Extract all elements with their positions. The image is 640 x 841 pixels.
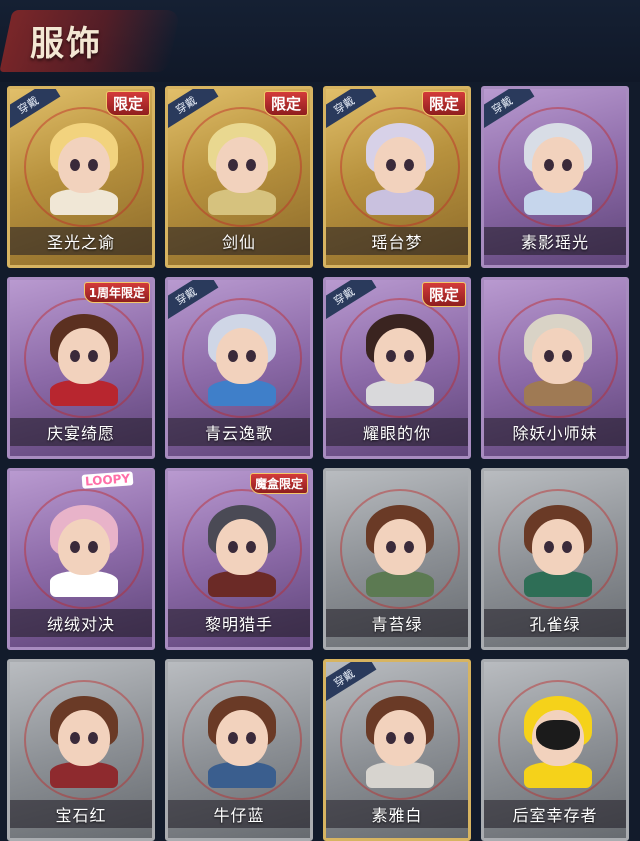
- limited-badge: 限定: [421, 282, 466, 307]
- character-portrait: [518, 501, 598, 597]
- limited-badge: 限定: [421, 91, 466, 116]
- costume-grid: 穿戴 限定 圣光之谕 穿戴 限定 剑仙 穿戴 限定 瑶台梦 穿戴 素影瑶光 1周年限定 庆宴绮愿 穿戴 青云…: [0, 86, 640, 841]
- name-bar: 青云逸歌: [168, 418, 310, 446]
- name-bar: 庆宴绮愿: [10, 418, 152, 446]
- name-bar: 圣光之谕: [10, 227, 152, 255]
- name-bar: 黎明猎手: [168, 609, 310, 637]
- name-bar: 耀眼的你: [326, 418, 468, 446]
- name-bar: 后室幸存者: [484, 800, 626, 828]
- character-portrait: [44, 501, 124, 597]
- costume-card[interactable]: 穿戴 限定 瑶台梦: [323, 86, 471, 268]
- costume-card[interactable]: 牛仔蓝: [165, 659, 313, 841]
- costume-name: 圣光之谕: [46, 233, 115, 252]
- costume-card[interactable]: 宝石红: [7, 659, 155, 841]
- limited-badge: 限定: [263, 91, 308, 116]
- name-bar: 青苔绿: [326, 609, 468, 637]
- costume-name: 青苔绿: [371, 615, 423, 634]
- costume-card[interactable]: 穿戴 限定 剑仙: [165, 86, 313, 268]
- costume-card[interactable]: 后室幸存者: [481, 659, 629, 841]
- costume-card[interactable]: 穿戴 限定 圣光之谕: [7, 86, 155, 268]
- character-portrait: [44, 119, 124, 215]
- character-portrait: [202, 692, 282, 788]
- costume-card[interactable]: LOOPY 绒绒对决: [7, 468, 155, 650]
- costume-name: 素影瑶光: [520, 233, 589, 252]
- costume-card[interactable]: 青苔绿: [323, 468, 471, 650]
- costume-name: 瑶台梦: [371, 233, 423, 252]
- character-portrait: [202, 119, 282, 215]
- character-portrait: [518, 692, 598, 788]
- costume-name: 绒绒对决: [46, 615, 115, 634]
- character-portrait: [360, 692, 440, 788]
- character-portrait: [202, 501, 282, 597]
- character-portrait: [518, 310, 598, 406]
- costume-name: 剑仙: [221, 233, 256, 252]
- character-portrait: [518, 119, 598, 215]
- name-bar: 剑仙: [168, 227, 310, 255]
- costume-card[interactable]: 1周年限定庆宴绮愿: [7, 277, 155, 459]
- character-portrait: [360, 119, 440, 215]
- limited-badge: 限定: [105, 91, 150, 116]
- character-portrait: [44, 310, 124, 406]
- limited-badge: 1周年限定: [83, 282, 150, 303]
- name-bar: 除妖小师妹: [484, 418, 626, 446]
- collab-logo: LOOPY: [81, 471, 134, 489]
- name-bar: 绒绒对决: [10, 609, 152, 637]
- gas-mask-icon: [536, 720, 580, 750]
- name-bar: 宝石红: [10, 800, 152, 828]
- costume-name: 庆宴绮愿: [46, 424, 115, 443]
- name-bar: 牛仔蓝: [168, 800, 310, 828]
- costume-name: 宝石红: [55, 806, 107, 825]
- costume-card[interactable]: 穿戴 青云逸歌: [165, 277, 313, 459]
- costume-name: 耀眼的你: [362, 424, 431, 443]
- costume-card[interactable]: 魔盒限定黎明猎手: [165, 468, 313, 650]
- name-bar: 瑶台梦: [326, 227, 468, 255]
- costume-name: 除妖小师妹: [512, 424, 598, 443]
- name-bar: 孔雀绿: [484, 609, 626, 637]
- character-portrait: [44, 692, 124, 788]
- costume-name: 素雅白: [371, 806, 423, 825]
- costume-card[interactable]: 穿戴 限定 耀眼的你: [323, 277, 471, 459]
- name-bar: 素雅白: [326, 800, 468, 828]
- costume-card[interactable]: 孔雀绿: [481, 468, 629, 650]
- costume-card[interactable]: 穿戴 素雅白: [323, 659, 471, 841]
- costume-name: 后室幸存者: [512, 806, 598, 825]
- costume-card[interactable]: 除妖小师妹: [481, 277, 629, 459]
- page-title: 服饰: [30, 24, 102, 64]
- costume-name: 孔雀绿: [529, 615, 581, 634]
- name-bar: 素影瑶光: [484, 227, 626, 255]
- costume-name: 青云逸歌: [204, 424, 273, 443]
- header-bar: 服饰: [0, 0, 640, 82]
- character-portrait: [202, 310, 282, 406]
- costume-name: 黎明猎手: [204, 615, 273, 634]
- character-portrait: [360, 310, 440, 406]
- character-portrait: [360, 501, 440, 597]
- costume-card[interactable]: 穿戴 素影瑶光: [481, 86, 629, 268]
- costume-name: 牛仔蓝: [213, 806, 265, 825]
- limited-badge: 魔盒限定: [249, 473, 308, 494]
